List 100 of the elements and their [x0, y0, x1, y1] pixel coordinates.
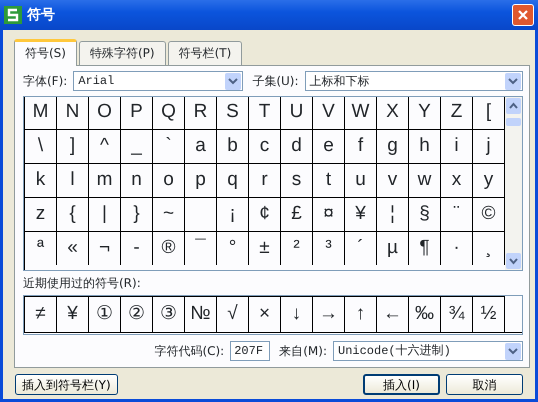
symbol-cell[interactable]: o [153, 163, 185, 197]
close-button[interactable] [512, 4, 534, 26]
symbol-cell[interactable]: ¨ [441, 197, 473, 231]
insert-button[interactable]: 插入(I) [363, 374, 440, 395]
symbol-cell[interactable]: q [217, 163, 249, 197]
symbol-cell[interactable]: s [281, 163, 313, 197]
symbol-cell[interactable]: R [185, 97, 217, 129]
symbol-cell[interactable]: ‰ [409, 296, 441, 332]
symbol-cell[interactable]: S [217, 97, 249, 129]
symbol-cell[interactable]: ¬ [89, 231, 121, 265]
symbol-cell[interactable]: M [25, 97, 57, 129]
symbol-cell[interactable]: k [25, 163, 57, 197]
symbol-cell[interactable]: ¡ [217, 197, 249, 231]
symbol-cell[interactable]: « [57, 231, 89, 265]
symbol-cell[interactable]: ª [25, 231, 57, 265]
symbol-cell[interactable]: ① [89, 296, 121, 332]
symbol-cell[interactable]: u [345, 163, 377, 197]
symbol-cell[interactable]: × [249, 296, 281, 332]
symbol-cell[interactable]: n [121, 163, 153, 197]
symbol-cell[interactable]: ¦ [377, 197, 409, 231]
symbol-cell[interactable]: r [249, 163, 281, 197]
symbol-cell[interactable]: d [281, 129, 313, 163]
symbol-cell[interactable]: § [409, 197, 441, 231]
symbol-cell[interactable]: ~ [153, 197, 185, 231]
insert-to-bar-button[interactable]: 插入到符号栏(Y) [15, 374, 118, 395]
symbol-cell[interactable]: x [441, 163, 473, 197]
symbol-cell[interactable]: O [89, 97, 121, 129]
symbol-cell[interactable]: ² [281, 231, 313, 265]
symbol-cell[interactable]: ± [249, 231, 281, 265]
symbol-cell[interactable]: ´ [345, 231, 377, 265]
symbol-cell[interactable]: ③ [153, 296, 185, 332]
symbol-cell[interactable]: Z [441, 97, 473, 129]
symbol-cell[interactable]: X [377, 97, 409, 129]
symbol-cell[interactable]: · [441, 231, 473, 265]
symbol-cell[interactable]: Q [153, 97, 185, 129]
symbol-cell[interactable]: { [57, 197, 89, 231]
symbol-cell[interactable]: ® [153, 231, 185, 265]
symbol-cell[interactable]: № [185, 296, 217, 332]
symbol-cell[interactable]: N [57, 97, 89, 129]
cancel-button[interactable]: 取消 [446, 374, 523, 395]
symbol-cell[interactable]: W [345, 97, 377, 129]
symbol-cell[interactable]: g [377, 129, 409, 163]
symbol-cell[interactable]: ≠ [25, 296, 57, 332]
symbol-cell[interactable]: ↓ [281, 296, 313, 332]
symbol-cell[interactable]: - [121, 231, 153, 265]
encoding-select[interactable]: Unicode(十六进制) [333, 341, 523, 361]
symbol-cell[interactable]: ^ [89, 129, 121, 163]
symbol-cell[interactable]: ³ [313, 231, 345, 265]
tab[interactable]: 符号栏(T) [168, 41, 242, 65]
symbol-cell[interactable]: Y [409, 97, 441, 129]
scroll-up-button[interactable] [505, 97, 522, 115]
symbol-cell[interactable]: e [313, 129, 345, 163]
symbol-cell[interactable]: | [89, 197, 121, 231]
symbol-cell[interactable]: p [185, 163, 217, 197]
symbol-cell[interactable]: ½ [473, 296, 505, 332]
symbol-cell[interactable]: ¢ [249, 197, 281, 231]
symbol-cell[interactable]: ¯ [185, 231, 217, 265]
symbol-cell[interactable]: w [409, 163, 441, 197]
symbol-cell[interactable]: ↑ [345, 296, 377, 332]
symbol-cell[interactable]: t [313, 163, 345, 197]
subset-select[interactable]: 上标和下标 [304, 71, 523, 91]
symbol-cell[interactable]: U [281, 97, 313, 129]
symbol-cell[interactable]: ← [377, 296, 409, 332]
font-select[interactable]: Arial [73, 71, 244, 91]
symbol-cell[interactable]: a [185, 129, 217, 163]
symbol-cell[interactable]: v [377, 163, 409, 197]
symbol-cell[interactable]: h [409, 129, 441, 163]
symbol-cell[interactable]: ② [121, 296, 153, 332]
symbol-cell[interactable]: l [57, 163, 89, 197]
symbol-cell[interactable]: \ [25, 129, 57, 163]
tab[interactable]: 特殊字符(P) [78, 41, 166, 65]
symbol-cell[interactable]: _ [121, 129, 153, 163]
symbol-cell[interactable]: i [441, 129, 473, 163]
symbol-cell[interactable]: ° [217, 231, 249, 265]
symbol-cell[interactable]: b [217, 129, 249, 163]
symbol-cell[interactable]: f [345, 129, 377, 163]
symbol-cell[interactable]: m [89, 163, 121, 197]
char-code-field[interactable]: 207F [230, 341, 270, 361]
symbol-cell[interactable]: ¾ [441, 296, 473, 332]
symbol-cell[interactable]: µ [377, 231, 409, 265]
symbol-cell[interactable] [185, 197, 217, 231]
symbol-cell[interactable]: ¥ [345, 197, 377, 231]
symbol-cell[interactable]: T [249, 97, 281, 129]
symbol-cell[interactable]: ¤ [313, 197, 345, 231]
tab[interactable]: 符号(S) [14, 39, 77, 66]
symbol-cell[interactable]: √ [217, 296, 249, 332]
symbol-cell[interactable]: c [249, 129, 281, 163]
symbol-cell[interactable]: ] [57, 129, 89, 163]
symbol-cell[interactable]: z [25, 197, 57, 231]
scroll-down-button[interactable] [505, 252, 522, 270]
symbol-cell[interactable]: ` [153, 129, 185, 163]
symbol-cell[interactable]: P [121, 97, 153, 129]
symbol-cell[interactable]: ¥ [57, 296, 89, 332]
symbol-cell[interactable]: → [313, 296, 345, 332]
symbol-cell[interactable]: V [313, 97, 345, 129]
symbol-cell[interactable]: ¶ [409, 231, 441, 265]
symbol-cell[interactable]: } [121, 197, 153, 231]
scroll-thumb[interactable] [505, 117, 522, 127]
symbol-cell[interactable]: £ [281, 197, 313, 231]
section-label: 近期使用过的符号(R): [23, 275, 142, 292]
